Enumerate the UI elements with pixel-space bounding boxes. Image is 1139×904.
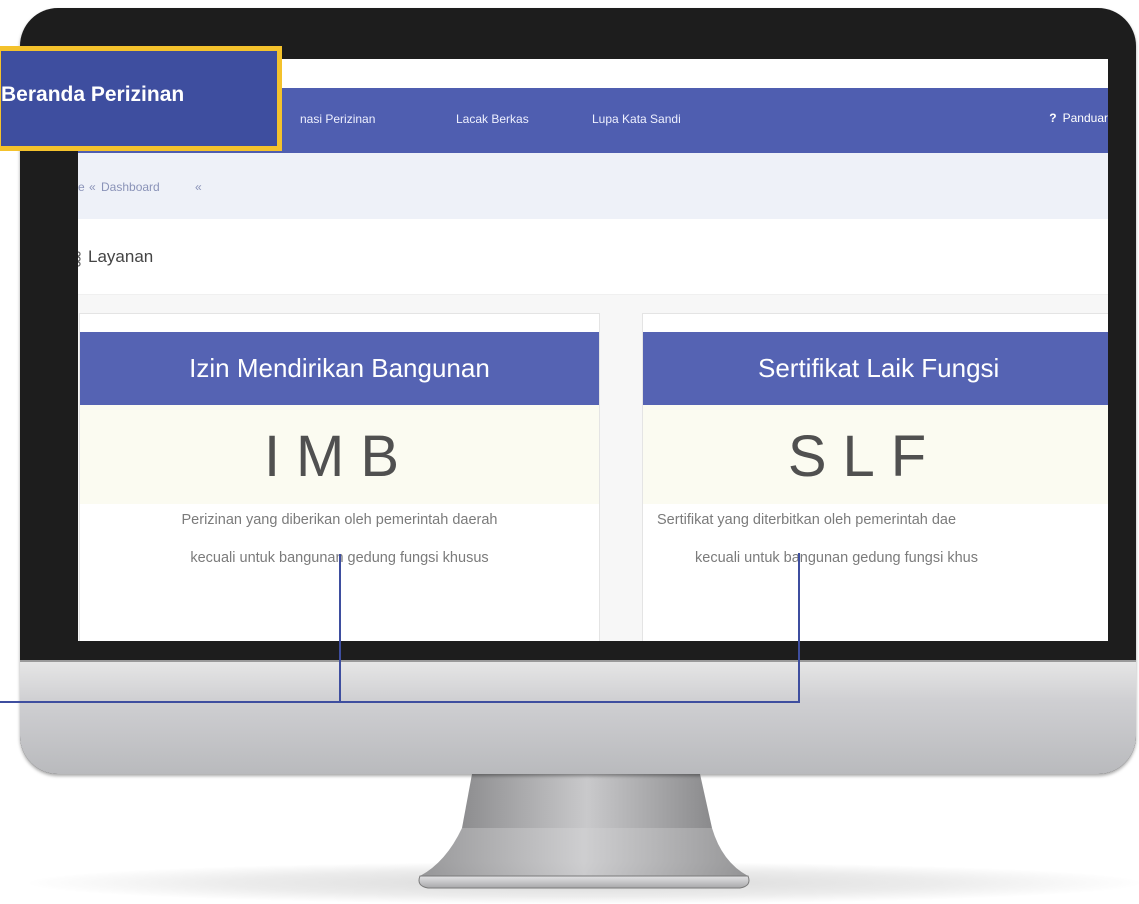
monitor-floor-shadow	[30, 862, 1139, 904]
grid-dots-icon	[78, 251, 81, 267]
section-header: Layanan	[78, 219, 1108, 295]
monitor-chin	[20, 662, 1136, 774]
card-code: IMB	[263, 424, 416, 489]
section-title: Layanan	[88, 247, 154, 266]
card-description-line: Sertifikat yang diterbitkan oleh pemerin…	[657, 512, 957, 528]
breadcrumb-item-dashboard[interactable]: Dashboard	[101, 180, 160, 194]
card-code-panel: IMB	[80, 405, 599, 504]
nav-help-label: Panduar	[1062, 111, 1108, 125]
card-description-line: Perizinan yang diberikan oleh pemerintah…	[181, 512, 498, 528]
breadcrumb-item-home[interactable]: e	[78, 180, 85, 194]
service-card-imb[interactable]: Izin Mendirikan Bangunan IMB Perizinan y…	[79, 313, 600, 641]
nav-item-lupa-kata-sandi[interactable]: Lupa Kata Sandi	[592, 112, 681, 126]
card-code: SLF	[787, 424, 943, 489]
card-code-panel: SLF	[643, 405, 1108, 504]
service-card-slf[interactable]: Sertifikat Laik Fungsi SLF Sertifikat ya…	[642, 313, 1108, 641]
help-icon: ?	[1049, 111, 1057, 125]
callout-beranda-perizinan: Beranda Perizinan	[0, 46, 282, 151]
callout-label: Beranda Perizinan	[1, 83, 185, 106]
nav-item-lacak-berkas[interactable]: Lacak Berkas	[456, 112, 529, 126]
nav-item-panduan[interactable]: ? Panduar	[1049, 111, 1108, 125]
breadcrumb: e « Dashboard «	[78, 153, 1108, 219]
card-description-line: kecuali untuk bangunan gedung fungsi khu…	[695, 550, 978, 566]
card-description-line: kecuali untuk bangunan gedung fungsi khu…	[190, 550, 489, 566]
breadcrumb-separator: «	[195, 180, 202, 194]
card-title: Sertifikat Laik Fungsi	[643, 332, 1108, 405]
breadcrumb-separator: «	[89, 180, 96, 194]
card-title: Izin Mendirikan Bangunan	[80, 332, 599, 405]
nav-item-informasi-perizinan[interactable]: nasi Perizinan	[300, 112, 375, 126]
